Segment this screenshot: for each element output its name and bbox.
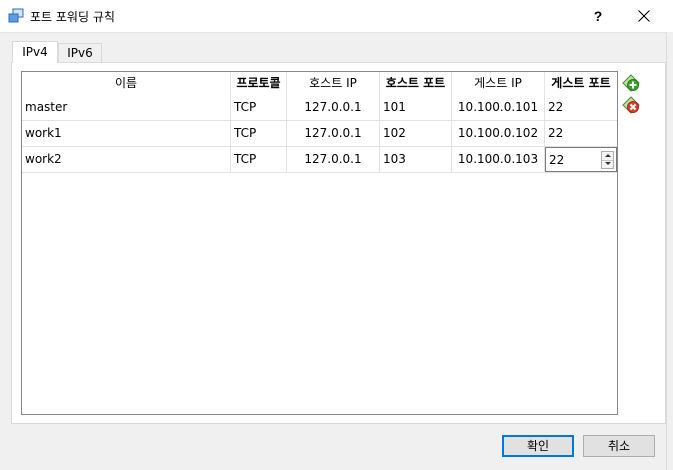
cell-host-ip[interactable]: 127.0.0.1 xyxy=(287,121,380,146)
cell-host-port[interactable]: 101 xyxy=(380,95,452,120)
cell-host-port[interactable]: 103 xyxy=(380,147,452,172)
cell-protocol[interactable]: TCP xyxy=(231,147,287,172)
close-button[interactable] xyxy=(624,0,664,32)
window-edge xyxy=(666,32,673,470)
table-row[interactable]: work2 TCP 127.0.0.1 103 10.100.0.103 22 xyxy=(22,147,617,173)
column-header-guest-ip[interactable]: 게스트 IP xyxy=(452,72,545,95)
cell-guest-ip[interactable]: 10.100.0.101 xyxy=(452,95,545,120)
cell-guest-ip[interactable]: 10.100.0.103 xyxy=(452,147,545,172)
cell-name[interactable]: master xyxy=(22,95,231,120)
column-header-host-ip[interactable]: 호스트 IP xyxy=(287,72,380,95)
cell-guest-ip[interactable]: 10.100.0.102 xyxy=(452,121,545,146)
ok-button[interactable]: 확인 xyxy=(502,435,574,457)
help-button[interactable]: ? xyxy=(580,0,616,32)
cell-name[interactable]: work1 xyxy=(22,121,231,146)
cell-guest-port[interactable]: 22 xyxy=(545,121,617,146)
port-forwarding-table[interactable]: 이름 프로토콜 호스트 IP 호스트 포트 게스트 IP 게스트 포트 mast… xyxy=(21,71,618,415)
cell-protocol[interactable]: TCP xyxy=(231,95,287,120)
add-rule-button[interactable] xyxy=(622,74,640,92)
cell-host-ip[interactable]: 127.0.0.1 xyxy=(287,95,380,120)
tab-ipv4[interactable]: IPv4 xyxy=(12,41,58,63)
column-header-guest-port[interactable]: 게스트 포트 xyxy=(545,72,617,95)
guest-port-value[interactable]: 22 xyxy=(549,153,564,167)
cell-guest-port[interactable]: 22 xyxy=(545,95,617,120)
column-header-host-port[interactable]: 호스트 포트 xyxy=(380,72,452,95)
cell-name[interactable]: work2 xyxy=(22,147,231,172)
guest-port-spinbox[interactable]: 22 xyxy=(545,147,617,172)
tab-ipv6[interactable]: IPv6 xyxy=(58,43,102,63)
table-row[interactable]: master TCP 127.0.0.1 101 10.100.0.101 22 xyxy=(22,95,617,121)
port-stepper[interactable] xyxy=(601,151,614,169)
close-icon xyxy=(638,10,650,22)
cell-host-port[interactable]: 102 xyxy=(380,121,452,146)
column-header-protocol[interactable]: 프로토콜 xyxy=(231,72,287,95)
cancel-button[interactable]: 취소 xyxy=(583,435,655,457)
window-title: 포트 포워딩 규칙 xyxy=(30,10,115,24)
remove-rule-icon xyxy=(622,96,640,114)
table-header: 이름 프로토콜 호스트 IP 호스트 포트 게스트 IP 게스트 포트 xyxy=(22,72,617,95)
cell-protocol[interactable]: TCP xyxy=(231,121,287,146)
remove-rule-button[interactable] xyxy=(622,96,640,114)
column-header-name[interactable]: 이름 xyxy=(22,72,231,95)
title-bar: 포트 포워딩 규칙 ? xyxy=(0,0,673,33)
network-window-icon xyxy=(8,8,24,23)
cell-host-ip[interactable]: 127.0.0.1 xyxy=(287,147,380,172)
add-rule-icon xyxy=(622,74,640,92)
table-row[interactable]: work1 TCP 127.0.0.1 102 10.100.0.102 22 xyxy=(22,121,617,147)
spin-down-arrow-icon[interactable] xyxy=(602,160,613,168)
